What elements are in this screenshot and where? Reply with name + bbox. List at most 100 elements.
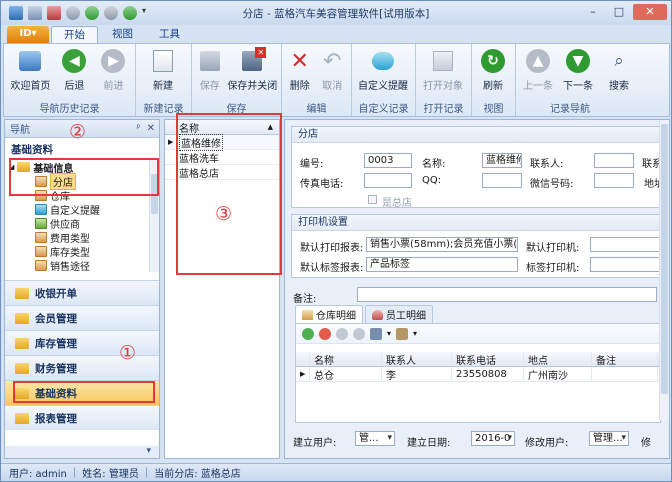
forward-button[interactable]: ▶ 前进 [95,46,132,102]
code-field[interactable]: 0003 [364,153,412,168]
delete-button[interactable]: ✕ 删除 [285,46,315,102]
expense-type-icon [35,231,47,243]
expand-icon[interactable]: ◢ [9,163,14,171]
grid-row[interactable]: ▶ 蓝格维修 [165,133,279,151]
detail-scroll-thumb[interactable] [661,124,668,394]
modifier-dropdown[interactable]: 管理... [589,431,629,446]
tree-scroll-thumb[interactable] [151,174,158,214]
tree-node-sales-channel[interactable]: 销售途径 [5,258,159,272]
save-close-button[interactable]: ✕ 保存并关闭 [227,46,278,102]
new-button[interactable]: 新建 [139,46,187,102]
ribbon-group-custom: 自定义提醒 自定义记录 [352,44,416,116]
dropdown-icon[interactable]: ▾ [387,329,391,338]
grid-row[interactable]: 蓝格总店 [165,165,279,180]
col-contact[interactable]: 联系人 [382,352,452,366]
refresh-button[interactable]: ↻ 刷新 [475,46,511,102]
qat-dropdown-icon[interactable]: ▾ [142,6,150,20]
move-down-icon[interactable] [353,327,365,340]
save-icon[interactable] [28,6,42,20]
wechat-field[interactable] [594,173,634,188]
search-icon: ⌕ [614,51,624,71]
nav-group-basic-data[interactable]: 基础资料 [5,380,159,405]
default-tag-field[interactable]: 产品标签 [366,257,518,272]
down-icon[interactable] [123,6,137,20]
name-field[interactable]: 蓝格维修 [482,153,522,168]
detail-scrollbar[interactable] [659,120,669,420]
tree-node-stock-type[interactable]: 库存类型 [5,244,159,259]
nav-group-cashier[interactable]: 收银开单 [5,280,159,305]
folder-icon [15,337,29,349]
delete-row-icon[interactable] [319,327,331,340]
close-button[interactable]: ✕ [633,4,667,20]
open-object-button[interactable]: 打开对象 [419,46,467,102]
tree-node-expense-type[interactable]: 费用类型 [5,230,159,245]
row-pointer-icon: ▶ [296,367,310,381]
nav-footer-dropdown[interactable]: ▾ [5,446,159,458]
created-date-dropdown[interactable]: 2016-0 [471,431,515,446]
app-logo-icon[interactable] [9,6,23,20]
stock-type-icon [35,245,47,257]
tag-printer-field[interactable] [590,257,666,272]
next-record-button[interactable]: ▼ 下一条 [559,46,597,102]
contact-field[interactable] [594,153,634,168]
custom-reminder-button[interactable]: 自定义提醒 [355,46,411,102]
col-phone[interactable]: 联系电话 [452,352,524,366]
col-name[interactable]: 名称 [310,352,382,366]
tree-node-custom-reminder[interactable]: 自定义提醒 [5,202,159,217]
tree-node-warehouse[interactable]: 仓库 [5,188,159,203]
undo-icon[interactable] [66,6,80,20]
status-user: 用户: admin [9,469,67,480]
tab-warehouse-detail[interactable]: 仓库明细 [295,305,363,323]
default-report-field[interactable]: 销售小票(58mm);会员充值小票(58 [366,237,518,252]
is-hq-checkbox[interactable] [368,195,377,204]
fax-field[interactable] [364,173,412,188]
save-close-icon[interactable] [47,6,61,20]
col-remark[interactable]: 备注 [592,352,658,366]
grid-row[interactable]: 蓝格洗车 [165,150,279,165]
tree-scrollbar[interactable] [149,160,159,272]
title-bar: ▾ 分店 - 蓝格汽车美容管理软件[试用版本] – □ ✕ [1,1,671,25]
move-up-icon[interactable] [336,327,348,340]
row-pointer-icon: ▶ [168,138,174,146]
minimize-button[interactable]: – [581,4,605,20]
tab-tools[interactable]: 工具 [147,26,192,43]
home-button[interactable]: 欢迎首页 [7,46,54,102]
status-name: 姓名: 管理员 [82,469,139,480]
detail-subtabs: 仓库明细 员工明细 [295,305,433,323]
previous-record-button[interactable]: ▲ 上一条 [519,46,557,102]
default-printer-field[interactable] [590,237,666,252]
nav-close-icon[interactable]: ✕ [147,123,155,134]
sort-asc-icon: ▲ [267,123,273,131]
tab-view[interactable]: 视图 [100,26,145,43]
col-location[interactable]: 地点 [524,352,592,366]
save-button[interactable]: 保存 [195,46,225,102]
nav-tree: ◢ 基础信息 分店 仓库 自定义提醒 供应商 费用类型 库存类型 销售途径 [5,160,159,272]
remark-field[interactable] [357,287,657,302]
cancel-button[interactable]: ↶ 取消 [317,46,348,102]
tree-node-basic-info[interactable]: ◢ 基础信息 [5,160,159,175]
refresh-icon[interactable] [85,6,99,20]
add-row-icon[interactable] [302,327,314,340]
status-bar: 用户: admin | 姓名: 管理员 | 当前分店: 蓝格总店 [1,463,671,481]
dropdown-icon[interactable]: ▾ [413,329,417,338]
tab-employee-detail[interactable]: 员工明细 [365,305,433,323]
maximize-button[interactable]: □ [607,4,631,20]
pin-icon[interactable]: ᵖ [136,123,140,134]
back-button[interactable]: ◀ 后退 [56,46,93,102]
creator-dropdown[interactable]: 管... [355,431,395,446]
tree-node-supplier[interactable]: 供应商 [5,216,159,231]
edit-icon[interactable] [396,327,409,340]
refresh-icon: ↻ [480,48,506,74]
tab-start[interactable]: 开始 [51,26,98,43]
tree-node-store[interactable]: 分店 [5,172,159,190]
table-row[interactable]: ▶ 总仓 李 23550808 广州南沙 [296,367,660,382]
nav-group-reports[interactable]: 报表管理 [5,405,159,430]
annotation-marker-3: ③ [215,203,233,225]
search-button[interactable]: ⌕ 搜索 [599,46,639,102]
save-row-icon[interactable] [370,327,382,340]
ribbon: 欢迎首页 ◀ 后退 ▶ 前进 导航历史记录 新建 新建记录 保存 ✕ 保存并关闭… [3,43,670,117]
nav-group-members[interactable]: 会员管理 [5,305,159,330]
qq-field[interactable] [482,173,522,188]
up-icon[interactable] [104,6,118,20]
app-menu-button[interactable]: ID▾ [7,26,49,43]
